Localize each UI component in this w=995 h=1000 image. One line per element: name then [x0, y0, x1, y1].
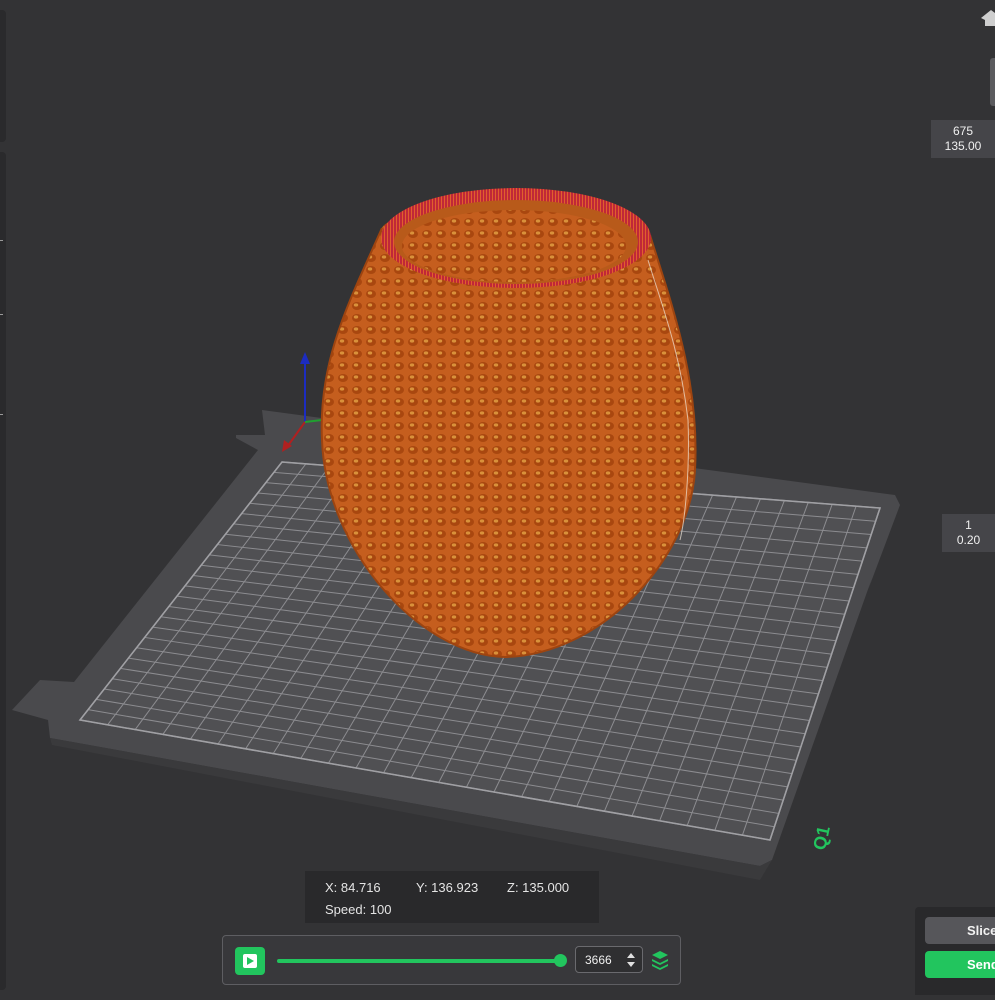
toolbar-tick: [0, 240, 3, 241]
top-layer-number: 675: [952, 124, 974, 138]
bottom-layer-number: 1: [965, 518, 972, 532]
move-slider-thumb[interactable]: [554, 954, 567, 967]
play-icon: [243, 954, 257, 968]
move-stepper[interactable]: 3666: [575, 946, 643, 973]
scene: Q1: [12, 188, 900, 880]
layer-slider-bottom-label[interactable]: 1 0.20: [942, 514, 995, 552]
top-layer-height: 135.00: [944, 139, 982, 153]
speed-value: Speed: 100: [325, 902, 392, 917]
position-info-panel: X: 84.716 Y: 136.923 Z: 135.000 Speed: 1…: [305, 871, 599, 923]
move-slider-track[interactable]: [277, 959, 562, 963]
plate-logo: Q1: [809, 824, 834, 852]
x-coordinate: X: 84.716: [325, 880, 381, 895]
toolbar-tick: [0, 314, 3, 315]
play-button[interactable]: [235, 947, 265, 975]
stepper-arrows-icon[interactable]: [626, 951, 636, 969]
layer-slider-top-label[interactable]: 675 135.00: [931, 120, 995, 158]
toolbar-tick: [0, 414, 3, 415]
3d-viewport[interactable]: Q1: [0, 0, 995, 995]
layers-icon[interactable]: [651, 950, 669, 970]
home-icon[interactable]: [981, 8, 995, 28]
left-toolbar: [0, 152, 6, 990]
z-coordinate: Z: 135.000: [507, 880, 570, 895]
slice-button[interactable]: Slice: [925, 917, 995, 944]
gcode-playback-bar: 3666: [222, 935, 681, 985]
layer-slider-track-handle[interactable]: [990, 58, 995, 106]
y-coordinate: Y: 136.923: [416, 880, 479, 895]
move-stepper-value: 3666: [585, 953, 612, 967]
slice-send-panel: Slice Send: [915, 907, 995, 995]
bottom-layer-height: 0.20: [956, 533, 981, 547]
left-toolbar-top: [0, 10, 6, 142]
send-button[interactable]: Send: [925, 951, 995, 978]
